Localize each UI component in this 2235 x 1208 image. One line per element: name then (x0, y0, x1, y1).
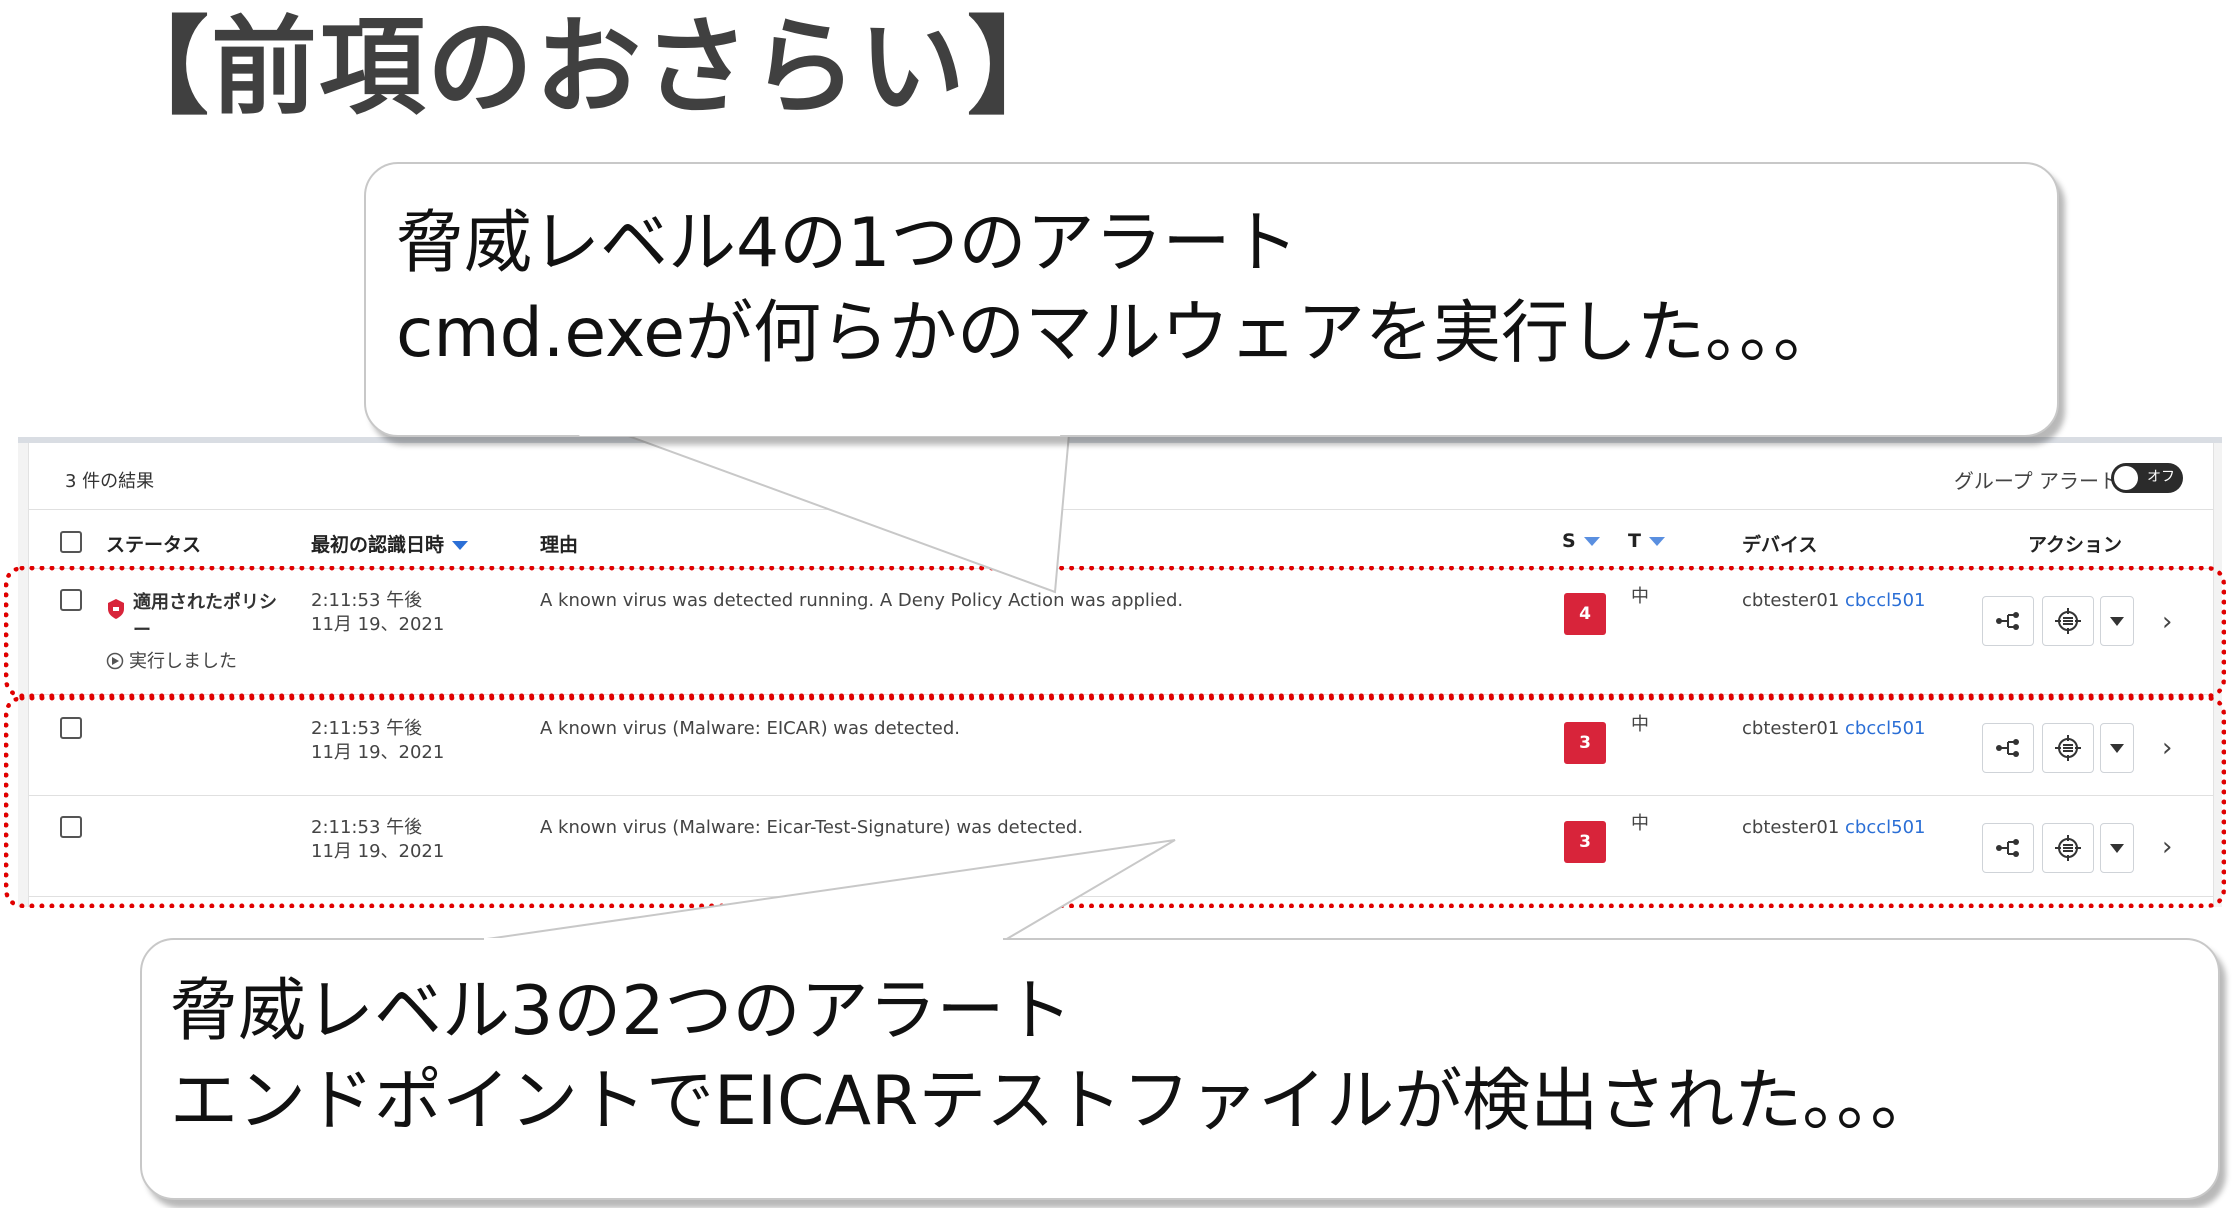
callout-tail-joins (484, 398, 1070, 942)
